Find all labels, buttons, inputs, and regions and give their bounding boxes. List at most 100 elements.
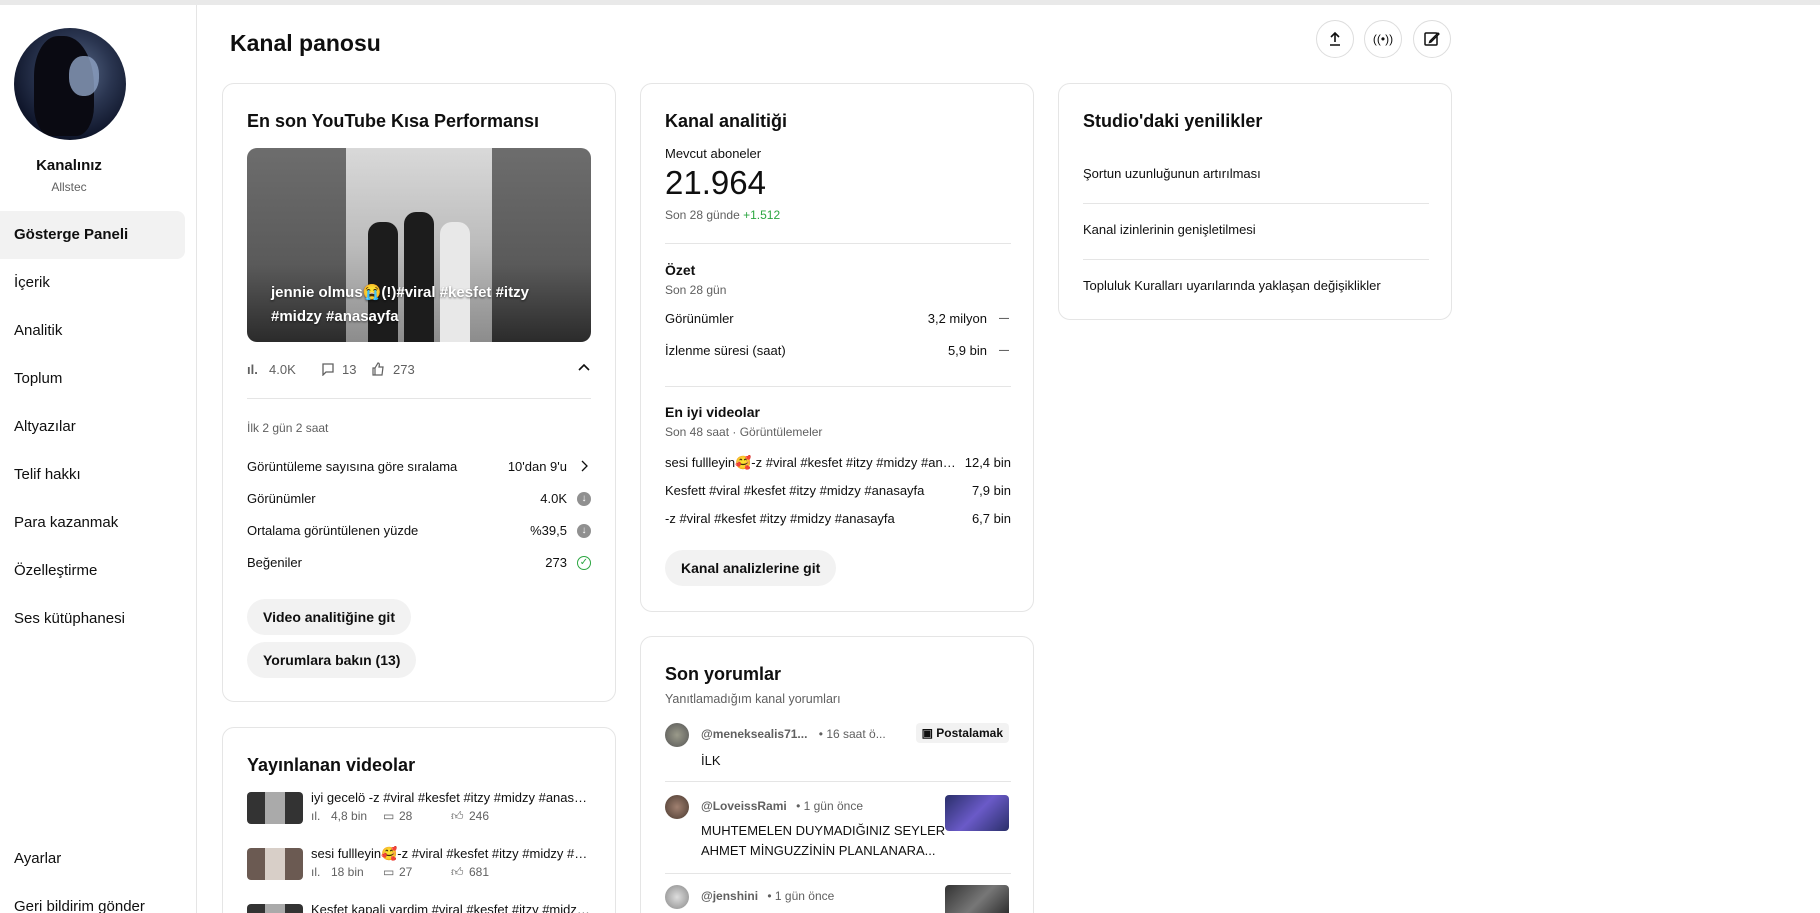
page-title: Kanal panosu bbox=[230, 30, 381, 56]
card-title: Son yorumlar bbox=[665, 664, 782, 684]
short-comments: 13 bbox=[342, 362, 357, 377]
video-row[interactable]: iyi gecelö -z #viral #kesfet #itzy #midz… bbox=[247, 790, 591, 826]
top-video-row[interactable]: sesi fullleyin🥰-z #viral #kesfet #itzy #… bbox=[665, 455, 1011, 473]
comment-header: @meneksealis71... • 16 saat ö... bbox=[701, 727, 886, 741]
comment-text: MUHTEMELEN DUYMADIĞINIZ SEYLER AHMET MİN… bbox=[701, 823, 946, 858]
chevron-up-icon[interactable] bbox=[577, 360, 591, 377]
down-arrow-circle-icon: ↓ bbox=[577, 492, 591, 506]
video-title: Kesfet kapali yardim #viral #kesfet #itz… bbox=[311, 902, 591, 913]
divider bbox=[665, 243, 1011, 244]
sidebar: Kanalınız Allstec Gösterge Paneli İçerik… bbox=[0, 5, 197, 913]
comments-subtitle: Yanıtlamadığım kanal yorumları bbox=[665, 692, 841, 706]
top-border bbox=[0, 0, 1820, 5]
channel-analytics-card: Kanal analitiği Mevcut aboneler 21.964 S… bbox=[640, 83, 1034, 612]
trend-flat-icon: — bbox=[999, 313, 1009, 324]
channel-avatar[interactable] bbox=[14, 28, 126, 140]
view-comments-button[interactable]: Yorumlara bakın (13) bbox=[247, 642, 417, 678]
upload-button[interactable] bbox=[1316, 20, 1354, 58]
sidebar-item-dashboard[interactable]: Gösterge Paneli bbox=[0, 211, 185, 259]
chevron-right-icon bbox=[577, 459, 591, 473]
short-views: 4.0K bbox=[269, 362, 296, 377]
card-title: Studio'daki yenilikler bbox=[1083, 111, 1263, 131]
sidebar-item-copyright[interactable]: Telif hakkı bbox=[0, 451, 185, 499]
like-icon bbox=[371, 362, 385, 379]
views-icon: ıl. bbox=[311, 865, 321, 879]
edit-post-icon bbox=[1424, 32, 1440, 46]
top-video-row[interactable]: Kesfett #viral #kesfet #itzy #midzy #ana… bbox=[665, 483, 1011, 501]
sidebar-item-subtitles[interactable]: Altyazılar bbox=[0, 403, 185, 451]
video-title: iyi gecelö -z #viral #kesfet #itzy #midz… bbox=[311, 790, 591, 805]
video-row[interactable]: Kesfet kapali yardim #viral #kesfet #itz… bbox=[247, 902, 591, 913]
comment-header: @LoveissRami • 1 gün önce bbox=[701, 799, 863, 813]
short-likes: 273 bbox=[393, 362, 415, 377]
divider bbox=[1083, 259, 1429, 260]
sidebar-item-content[interactable]: İçerik bbox=[0, 259, 185, 307]
live-broadcast-icon: ((•)) bbox=[1372, 32, 1394, 46]
comment-item[interactable]: @meneksealis71... • 16 saat ö... ▣ Posta… bbox=[665, 723, 1009, 783]
card-title: En son YouTube Kısa Performansı bbox=[247, 111, 540, 131]
news-item[interactable]: Topluluk Kuralları uyarılarında yaklaşan… bbox=[1083, 278, 1427, 293]
check-circle-icon: ✓ bbox=[577, 556, 591, 570]
video-row[interactable]: sesi fullleyin🥰-z #viral #kesfet #itzy #… bbox=[247, 846, 591, 882]
short-thumbnail[interactable]: jennie olmus😭(!)#viral #kesfet #itzy #mi… bbox=[247, 148, 591, 342]
card-title: Yayınlanan videolar bbox=[247, 755, 416, 775]
top-video-row[interactable]: -z #viral #kesfet #itzy #midzy #anasayfa… bbox=[665, 511, 1011, 529]
create-post-button[interactable] bbox=[1413, 20, 1451, 58]
subs-change-row: Son 28 günde +1.512 bbox=[665, 208, 781, 222]
row-likes: Beğeniler 273 ✓ bbox=[247, 555, 591, 575]
comment-item[interactable]: @jenshini • 1 gün önce bbox=[665, 885, 1009, 913]
row-ranking[interactable]: Görüntüleme sayısına göre sıralama 10'da… bbox=[247, 459, 591, 479]
comment-icon bbox=[321, 362, 335, 379]
summary-row-views: Görünümler 3,2 milyon — bbox=[665, 311, 1009, 326]
video-thumbnail bbox=[247, 848, 303, 880]
sidebar-item-customization[interactable]: Özelleştirme bbox=[0, 547, 185, 595]
divider bbox=[247, 398, 591, 399]
summary-title: Özet bbox=[665, 262, 696, 278]
sidebar-nav: Gösterge Paneli İçerik Analitik Toplum A… bbox=[0, 211, 185, 643]
comment-text: İLK bbox=[701, 753, 721, 768]
like-icon: 👍︎ bbox=[451, 809, 464, 823]
post-badge[interactable]: ▣ Postalamak bbox=[915, 723, 1009, 743]
sidebar-item-earn[interactable]: Para kazanmak bbox=[0, 499, 185, 547]
news-item[interactable]: Şortun uzunluğunun artırılması bbox=[1083, 166, 1427, 181]
period-label: İlk 2 gün 2 saat bbox=[247, 421, 329, 435]
row-avg-percent: Ortalama görüntülenen yüzde %39,5 ↓ bbox=[247, 523, 591, 543]
divider bbox=[665, 386, 1011, 387]
news-item[interactable]: Kanal izinlerinin genişletilmesi bbox=[1083, 222, 1427, 237]
go-live-button[interactable]: ((•)) bbox=[1364, 20, 1402, 58]
comment-icon: ▭ bbox=[383, 809, 395, 823]
channel-analytics-button[interactable]: Kanal analizlerine git bbox=[665, 550, 837, 586]
sidebar-item-settings[interactable]: Ayarlar bbox=[0, 835, 185, 883]
avatar bbox=[665, 723, 689, 747]
sidebar-item-analytics[interactable]: Analitik bbox=[0, 307, 185, 355]
views-icon: ıl. bbox=[311, 809, 321, 823]
image-icon: ▣ bbox=[921, 726, 933, 740]
divider bbox=[665, 873, 1011, 874]
video-analytics-button[interactable]: Video analitiğine git bbox=[247, 599, 411, 635]
published-videos-card: Yayınlanan videolar iyi gecelö -z #viral… bbox=[222, 727, 616, 913]
card-title: Kanal analitiği bbox=[665, 111, 788, 131]
video-thumbnail bbox=[247, 792, 303, 824]
subs-value: 21.964 bbox=[665, 164, 766, 201]
sidebar-item-feedback[interactable]: Geri bildirim gönder bbox=[0, 883, 185, 913]
sidebar-item-community[interactable]: Toplum bbox=[0, 355, 185, 403]
sidebar-bottom: Ayarlar Geri bildirim gönder bbox=[0, 835, 185, 913]
comment-header: @jenshini • 1 gün önce bbox=[701, 889, 835, 903]
video-title: sesi fullleyin🥰-z #viral #kesfet #itzy #… bbox=[311, 846, 591, 861]
comment-item[interactable]: @LoveissRami • 1 gün önce MUHTEMELEN DUY… bbox=[665, 795, 1009, 871]
video-thumbnail[interactable] bbox=[945, 885, 1009, 913]
video-thumbnail bbox=[247, 904, 303, 913]
summary-period: Son 28 gün bbox=[665, 283, 727, 297]
video-thumbnail[interactable] bbox=[945, 795, 1009, 831]
comment-icon: ▭ bbox=[383, 865, 395, 879]
sidebar-item-audio-library[interactable]: Ses kütüphanesi bbox=[0, 595, 185, 643]
top-videos-title: En iyi videolar bbox=[665, 404, 760, 420]
views-icon: ıl. bbox=[247, 362, 258, 377]
subs-change: +1.512 bbox=[743, 208, 781, 222]
studio-news-card: Studio'daki yenilikler Şortun uzunluğunu… bbox=[1058, 83, 1452, 320]
top-videos-period: Son 48 saat · Görüntülemeler bbox=[665, 425, 823, 439]
short-title: jennie olmus😭(!)#viral #kesfet #itzy #mi… bbox=[271, 284, 529, 325]
row-views: Görünümler 4.0K ↓ bbox=[247, 491, 591, 511]
channel-label: Kanalınız bbox=[36, 157, 102, 174]
avatar bbox=[665, 885, 689, 909]
